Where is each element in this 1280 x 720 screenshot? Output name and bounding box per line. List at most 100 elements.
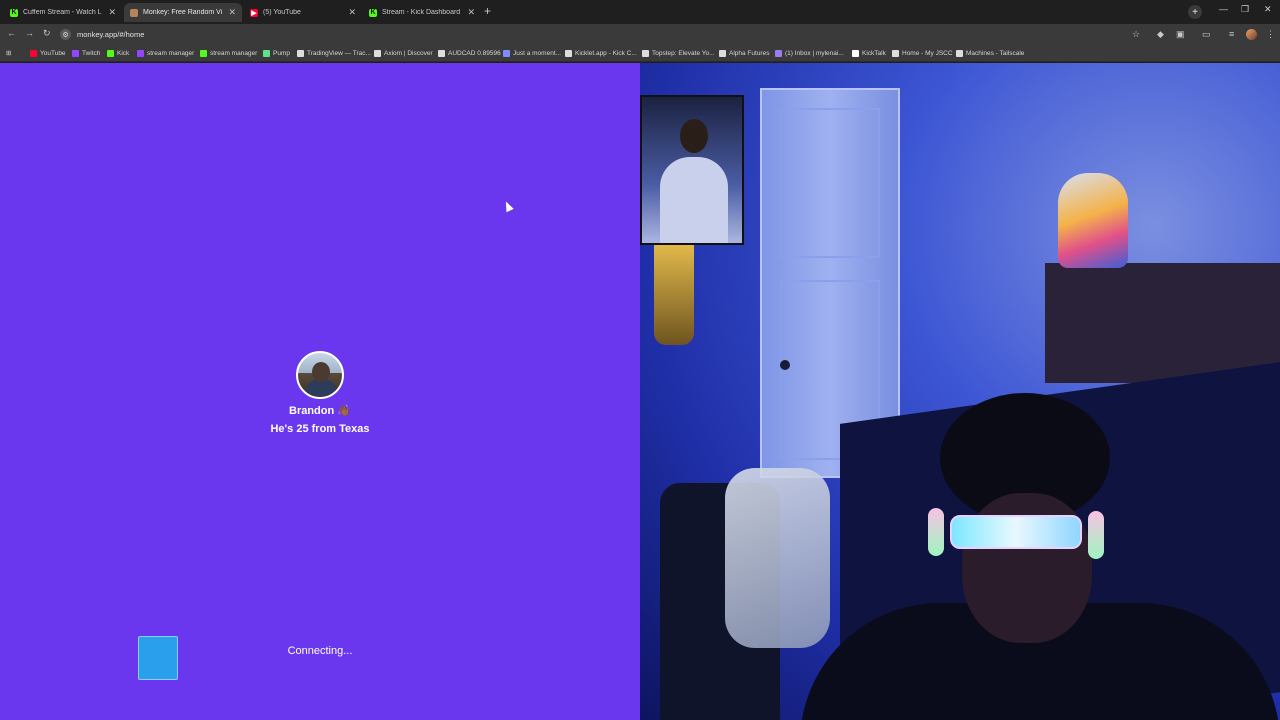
bookmark-label: Kicklet.app - Kick C... xyxy=(575,49,637,57)
bookmark-item[interactable]: stream manager xyxy=(200,47,257,59)
tab-strip: K Cuffem Stream - Watch Live on ✕ Monkey… xyxy=(0,0,1280,24)
bookmark-item[interactable]: KickTalk xyxy=(852,47,886,59)
site-info-icon[interactable]: ⚙ xyxy=(60,29,71,40)
bookmark-label: Machines - Tailscale xyxy=(966,49,1025,57)
new-tab-icon[interactable]: + xyxy=(484,4,491,18)
downloads-icon[interactable]: ≡ xyxy=(1229,29,1234,39)
avatar-head-shape xyxy=(312,362,330,382)
scene-dresser xyxy=(1045,263,1280,383)
tab-kick-dashboard[interactable]: K Stream - Kick Dashboard ✕ xyxy=(363,3,481,22)
bookmark-item[interactable]: stream manager xyxy=(137,47,194,59)
webcam-video xyxy=(640,63,1280,720)
bookmark-label: Alpha Futures xyxy=(729,49,770,57)
bookmark-item[interactable]: (1) Inbox | mylenai... xyxy=(775,47,844,59)
close-icon[interactable]: ✕ xyxy=(228,7,236,18)
connection-status: Connecting... xyxy=(287,645,353,657)
kick-icon xyxy=(107,49,114,57)
monkey-icon xyxy=(130,8,138,17)
minimize-icon[interactable]: — xyxy=(1219,4,1228,14)
kick-icon: K xyxy=(369,8,377,17)
match-details: He's 25 from Texas xyxy=(220,423,420,435)
kicktalk-icon xyxy=(852,49,859,57)
bookmark-label: stream manager xyxy=(147,49,195,57)
bookmark-item[interactable]: Home - My JSCC xyxy=(892,47,953,59)
alpha-futures-icon xyxy=(719,49,726,57)
cast-icon[interactable]: ▭ xyxy=(1202,29,1211,40)
scene-backpack xyxy=(1058,173,1128,268)
tab-title: (5) YouTube xyxy=(263,9,301,16)
avatar-body-shape xyxy=(305,379,337,397)
puzzle-icon[interactable]: ▣ xyxy=(1176,29,1185,40)
bookmark-star-icon[interactable]: ☆ xyxy=(1132,29,1140,40)
menu-icon[interactable]: ⋮ xyxy=(1266,29,1275,40)
add-icon[interactable]: + xyxy=(1188,5,1202,19)
bookmark-label: TradingView — Trac... xyxy=(307,49,371,57)
twitch-icon xyxy=(72,49,79,57)
extension-icon[interactable]: ◆ xyxy=(1157,29,1164,40)
home-icon xyxy=(892,49,899,57)
bookmark-label: Pump xyxy=(273,49,290,57)
address-bar[interactable]: ⚙ monkey.app/#/home xyxy=(60,27,1145,42)
scene-tassel xyxy=(654,245,694,345)
bookmark-item[interactable]: Machines - Tailscale xyxy=(956,47,1024,59)
url-text: monkey.app/#/home xyxy=(77,30,145,39)
bookmark-label: Kick xyxy=(117,49,130,57)
bookmark-item[interactable]: YouTube xyxy=(30,47,66,59)
led-glasses xyxy=(950,515,1082,549)
youtube-icon xyxy=(30,49,37,57)
bookmark-label: YouTube xyxy=(40,49,66,57)
apps-icon[interactable]: ⊞ xyxy=(6,47,11,59)
bookmark-label: (1) Inbox | mylenai... xyxy=(785,49,844,57)
wave-icon: 👋🏾 xyxy=(337,405,351,417)
topstep-icon xyxy=(642,49,649,57)
profile-avatar-icon[interactable] xyxy=(1246,29,1257,40)
forward-icon[interactable]: → xyxy=(25,28,34,38)
reload-icon[interactable]: ↻ xyxy=(43,28,51,39)
browser-toolbar: ← → ↻ ⚙ monkey.app/#/home ☆ ◆ ▣ ▭ ≡ ⋮ xyxy=(0,24,1280,44)
tab-title: Stream - Kick Dashboard xyxy=(382,9,461,16)
restore-icon[interactable]: ❐ xyxy=(1241,4,1249,15)
youtube-icon: ▶ xyxy=(250,8,258,17)
bookmark-item[interactable]: Pump xyxy=(263,47,290,59)
bookmark-item[interactable]: AUDCAD 0.89596 xyxy=(438,47,501,59)
tab-cuffem-stream[interactable]: K Cuffem Stream - Watch Live on ✕ xyxy=(4,3,122,22)
bookmark-label: Home - My JSCC xyxy=(902,49,953,57)
window-close-icon[interactable]: ✕ xyxy=(1264,4,1272,15)
close-icon[interactable]: ✕ xyxy=(348,7,356,18)
scene-poster xyxy=(640,95,744,245)
bookmark-item[interactable]: Kick xyxy=(107,47,129,59)
headset-right xyxy=(1088,511,1104,559)
bookmark-item[interactable]: Kicklet.app - Kick C... xyxy=(565,47,637,59)
tradingview-icon xyxy=(297,49,304,57)
bookmark-item[interactable]: Alpha Futures xyxy=(719,47,769,59)
bookmark-label: stream manager xyxy=(210,49,258,57)
door-panel xyxy=(780,108,880,258)
close-icon[interactable]: ✕ xyxy=(467,7,475,18)
kicklet-icon xyxy=(565,49,572,57)
match-name-text: Brandon xyxy=(289,405,335,417)
mail-icon xyxy=(775,49,782,57)
bookmark-label: Just a moment... xyxy=(513,49,562,57)
kick-icon: K xyxy=(10,8,18,17)
bookmarks-bar: ⊞ YouTube Twitch Kick stream manager str… xyxy=(0,44,1280,62)
bookmark-item[interactable]: TradingView — Trac... xyxy=(297,47,371,59)
kick-icon xyxy=(200,49,207,57)
back-icon[interactable]: ← xyxy=(7,28,16,38)
bookmark-label: AUDCAD 0.89596 xyxy=(448,49,501,57)
bookmark-item[interactable]: Topstep: Elevate Yo... xyxy=(642,47,715,59)
axiom-icon xyxy=(374,49,381,57)
globe-icon xyxy=(503,49,510,57)
scene-bag xyxy=(725,468,830,648)
close-icon[interactable]: ✕ xyxy=(108,7,116,18)
match-name: Brandon 👋🏾 xyxy=(240,404,400,417)
status-indicator xyxy=(138,636,178,680)
bookmark-label: Axiom | Discover xyxy=(384,49,433,57)
bookmark-item[interactable]: Just a moment... xyxy=(503,47,561,59)
headset-left xyxy=(928,508,944,556)
bookmark-item[interactable]: Twitch xyxy=(72,47,100,59)
bookmark-item[interactable]: Axiom | Discover xyxy=(374,47,433,59)
tab-monkey[interactable]: Monkey: Free Random Vid... ✕ xyxy=(124,3,242,22)
tab-youtube[interactable]: ▶ (5) YouTube ✕ xyxy=(244,3,362,22)
door-knob xyxy=(780,360,790,370)
bookmark-label: KickTalk xyxy=(862,49,886,57)
